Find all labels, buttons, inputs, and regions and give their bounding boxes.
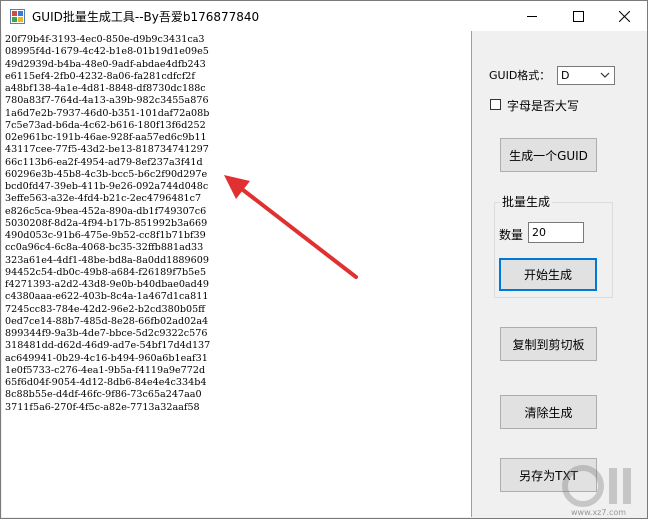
guid-line: 899344f9-9a3b-4de7-bbce-5d2c9322c576 xyxy=(5,328,208,339)
guid-line: 1a6d7e2b-7937-46d0-b351-101daf72a08b xyxy=(5,107,210,119)
clear-button[interactable]: 清除生成 xyxy=(500,395,597,429)
guid-line: cc0a96c4-6c8a-4068-bc35-32ffb881ad33 xyxy=(5,242,204,254)
guid-line: 8c88b55e-d4df-46fc-9f86-73c65a247aa0 xyxy=(5,389,202,401)
guid-line: 60296e3b-45b8-4c3b-bcc5-b6c2f90d297e xyxy=(5,168,208,180)
guid-line: e6115ef4-2fb0-4232-8a06-fa281cdfcf2f xyxy=(5,70,195,82)
window-title: GUID批量生成工具--By吾爱b176877840 xyxy=(32,10,260,24)
guid-line: 323a61e4-4df1-48be-bd8a-8a0dd1889609 xyxy=(5,254,209,266)
format-select[interactable]: D xyxy=(557,66,615,85)
uppercase-label[interactable]: 字母是否大写 xyxy=(507,97,579,114)
guid-line: 7c5e73ad-b6da-4c62-b616-180f13f6d252 xyxy=(5,119,206,131)
close-icon xyxy=(618,10,630,22)
format-label: GUID格式： xyxy=(489,69,551,82)
guid-line: 318481dd-d62d-46d9-ad7e-54bf17d4d137 xyxy=(5,340,211,352)
guid-line: bcd0fd47-39eb-411b-9e26-092a744d048c xyxy=(5,181,209,192)
maximize-icon xyxy=(572,10,584,22)
uppercase-checkbox[interactable] xyxy=(490,99,501,110)
guid-line: 3711f5a6-270f-4f5c-a82e-7713a32aaf58 xyxy=(5,401,200,413)
maximize-button[interactable] xyxy=(555,1,601,31)
copy-to-clipboard-button[interactable]: 复制到剪切板 xyxy=(500,327,597,361)
guid-line: 08995f4d-1679-4c42-b1e8-01b19d1e09e5 xyxy=(5,46,209,58)
format-select-value: D xyxy=(561,69,570,82)
chevron-down-icon xyxy=(600,72,610,78)
guid-list: 20f79b4f-3193-4ec0-850e-d9b9c3431ca3 0899… xyxy=(5,34,210,414)
guid-line: f4271393-a2d2-43d8-9e0b-b40dbae0ad49 xyxy=(5,279,209,290)
watermark-logo-icon xyxy=(562,465,631,507)
guid-line: 3effe563-a32e-4fd4-b21c-2ec4796481c7 xyxy=(5,193,202,205)
app-window: GUID批量生成工具--By吾爱b176877840 20f79b4f-3193… xyxy=(0,0,648,519)
guid-line: 49d2939d-b4ba-48e0-9adf-abdae4dfb243 xyxy=(5,58,206,70)
guid-line: 94452c54-db0c-49b8-a684-f26189f7b5e5 xyxy=(5,266,207,278)
count-label: 数量 xyxy=(499,228,524,242)
batch-group-title: 批量生成 xyxy=(500,193,553,210)
title-bar[interactable]: GUID批量生成工具--By吾爱b176877840 xyxy=(1,1,647,31)
guid-line: 7245cc83-784e-42d2-96e2-b2cd380b05ff xyxy=(5,303,206,315)
guid-line: e826c5ca-9bea-452a-890a-db1f749307c6 xyxy=(5,205,207,217)
guid-line: 1e0f5733-c276-4ea1-9b5a-f4119a9e772d xyxy=(5,364,206,376)
guid-line: 490d053c-91b6-475e-9b52-cc8f1b71bf39 xyxy=(5,230,206,241)
guid-line: 66c113b6-ea2f-4954-ad79-8ef237a3f41d xyxy=(5,156,203,168)
guid-line: 780a83f7-764d-4a13-a39b-982c3455a876 xyxy=(5,95,209,107)
close-button[interactable] xyxy=(601,1,647,31)
guid-line: a48bf138-4a1e-4d81-8848-df8730dc188c xyxy=(5,83,206,94)
app-icon xyxy=(10,9,25,24)
count-input[interactable]: 20 xyxy=(528,222,584,243)
generate-single-button[interactable]: 生成一个GUID xyxy=(500,138,597,172)
guid-line: 0ed7ce14-88b7-485d-8e28-66fb02ad02a4 xyxy=(5,315,209,327)
watermark-url: www.xz7.com xyxy=(571,508,627,517)
guid-line: c4380aaa-e622-403b-8c4a-1a467d1ca811 xyxy=(5,291,209,303)
annotation-arrow-icon xyxy=(224,175,358,279)
guid-line: 43117cee-77f5-43d2-be13-818734741297 xyxy=(5,144,209,156)
guid-line: 5030208f-8d2a-4f94-b17b-851992b3a669 xyxy=(5,217,208,229)
start-generate-button[interactable]: 开始生成 xyxy=(499,258,597,291)
guid-line: 20f79b4f-3193-4ec0-850e-d9b9c3431ca3 xyxy=(5,34,205,45)
guid-line: 02e961bc-191b-46ae-928f-aa57ed6c9b11 xyxy=(5,132,207,143)
minimize-icon xyxy=(527,15,537,17)
guid-line: 65f6d04f-9054-4d12-8db6-84e4e4c334b4 xyxy=(5,377,207,388)
guid-line: ac649941-0b29-4c16-b494-960a6b1eaf31 xyxy=(5,352,208,364)
minimize-button[interactable] xyxy=(509,1,555,31)
